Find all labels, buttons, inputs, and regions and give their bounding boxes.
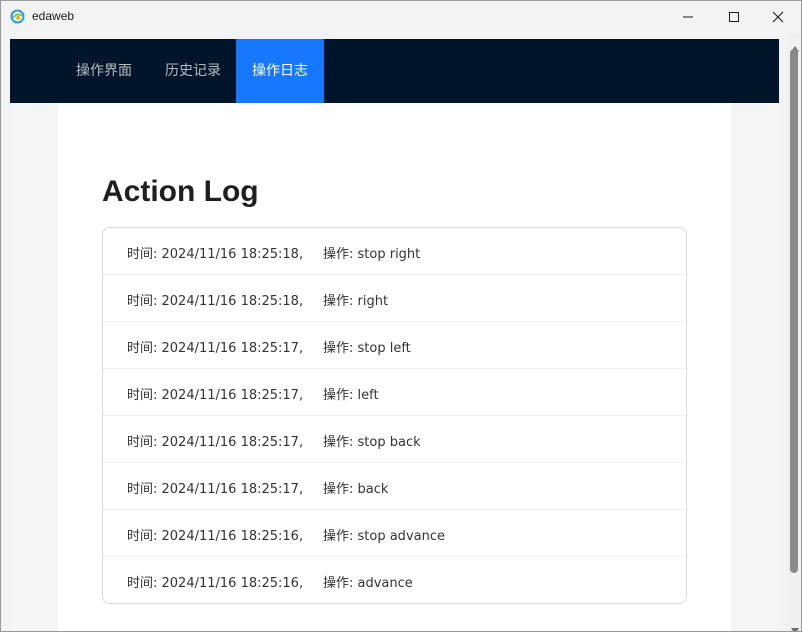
log-row: 时间: 2024/11/16 18:25:18, 操作: right (103, 275, 686, 322)
log-row: 时间: 2024/11/16 18:25:17, 操作: back (103, 463, 686, 510)
log-row: 时间: 2024/11/16 18:25:17, 操作: stop back (103, 416, 686, 463)
log-row: 时间: 2024/11/16 18:25:17, 操作: left (103, 369, 686, 416)
log-action: 操作: back (323, 482, 389, 497)
log-action: 操作: right (323, 294, 389, 309)
action-log-list: 时间: 2024/11/16 18:25:18, 操作: stop right … (102, 227, 687, 604)
maximize-icon (728, 8, 740, 27)
log-row: 时间: 2024/11/16 18:25:16, 操作: stop advanc… (103, 510, 686, 557)
scrollbar-thumb[interactable] (790, 49, 798, 573)
vertical-scrollbar[interactable] (787, 33, 801, 631)
close-icon (772, 8, 784, 27)
log-time: 时间: 2024/11/16 18:25:17, (127, 341, 304, 356)
log-action: 操作: stop left (323, 341, 411, 356)
nav-item-history[interactable]: 历史记录 (150, 39, 236, 103)
window-title: edaweb (32, 9, 75, 23)
minimize-icon (682, 8, 694, 27)
log-time: 时间: 2024/11/16 18:25:18, (127, 294, 304, 309)
log-time: 时间: 2024/11/16 18:25:18, (127, 247, 304, 262)
log-row: 时间: 2024/11/16 18:25:16, 操作: advance (103, 557, 686, 604)
title-bar: edaweb (1, 1, 801, 33)
log-action: 操作: stop advance (323, 529, 445, 544)
top-navbar: 操作界面 历史记录 操作日志 (10, 39, 779, 103)
log-row: 时间: 2024/11/16 18:25:17, 操作: stop left (103, 322, 686, 369)
log-row: 时间: 2024/11/16 18:25:18, 操作: stop right (103, 228, 686, 275)
nav-item-action-log[interactable]: 操作日志 (236, 39, 324, 103)
minimize-button[interactable] (665, 1, 711, 33)
close-button[interactable] (755, 1, 801, 33)
edge-logo-icon (10, 9, 25, 24)
app-window: edaweb 操作界面 历史记录 操作日志 Action Log 时间: 202… (0, 0, 802, 632)
nav-item-operation[interactable]: 操作界面 (58, 39, 150, 103)
log-time: 时间: 2024/11/16 18:25:17, (127, 388, 304, 403)
log-time: 时间: 2024/11/16 18:25:17, (127, 482, 304, 497)
log-action: 操作: stop right (323, 247, 421, 262)
log-time: 时间: 2024/11/16 18:25:16, (127, 576, 304, 591)
log-action: 操作: advance (323, 576, 413, 591)
web-viewport: 操作界面 历史记录 操作日志 Action Log 时间: 2024/11/16… (10, 39, 779, 631)
maximize-button[interactable] (711, 1, 757, 33)
log-time: 时间: 2024/11/16 18:25:17, (127, 435, 304, 450)
window-left-edge (1, 33, 10, 631)
log-action: 操作: stop back (323, 435, 421, 450)
scroll-down-arrow-icon[interactable] (791, 619, 799, 631)
page-title: Action Log (102, 175, 259, 208)
log-time: 时间: 2024/11/16 18:25:16, (127, 529, 304, 544)
log-action: 操作: left (323, 388, 379, 403)
content-card: Action Log 时间: 2024/11/16 18:25:18, 操作: … (58, 103, 731, 631)
